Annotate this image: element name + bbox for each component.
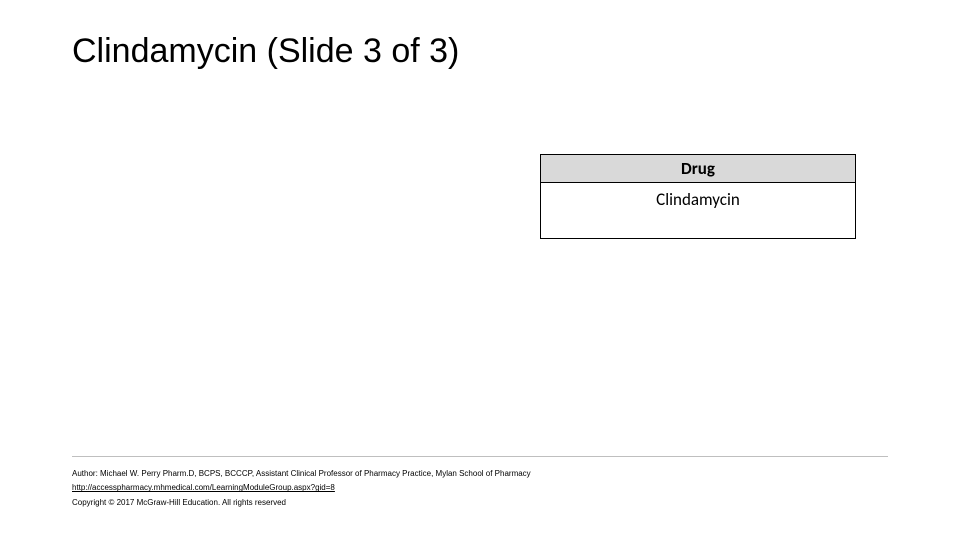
slide: Clindamycin (Slide 3 of 3) Drug Clindamy… [0,0,960,540]
footer-divider [72,456,888,457]
table-cell-drug: Clindamycin [541,183,856,239]
slide-title: Clindamycin (Slide 3 of 3) [72,32,459,71]
footer-link[interactable]: http://accesspharmacy.mhmedical.com/Lear… [72,481,888,495]
footer: Author: Michael W. Perry Pharm.D, BCPS, … [72,456,888,510]
footer-author: Author: Michael W. Perry Pharm.D, BCPS, … [72,467,888,481]
table-header-row: Drug [541,155,856,183]
table-header-drug: Drug [541,155,856,183]
table-row: Clindamycin [541,183,856,239]
drug-table: Drug Clindamycin [540,154,856,239]
footer-copyright: Copyright © 2017 McGraw-Hill Education. … [72,496,888,510]
